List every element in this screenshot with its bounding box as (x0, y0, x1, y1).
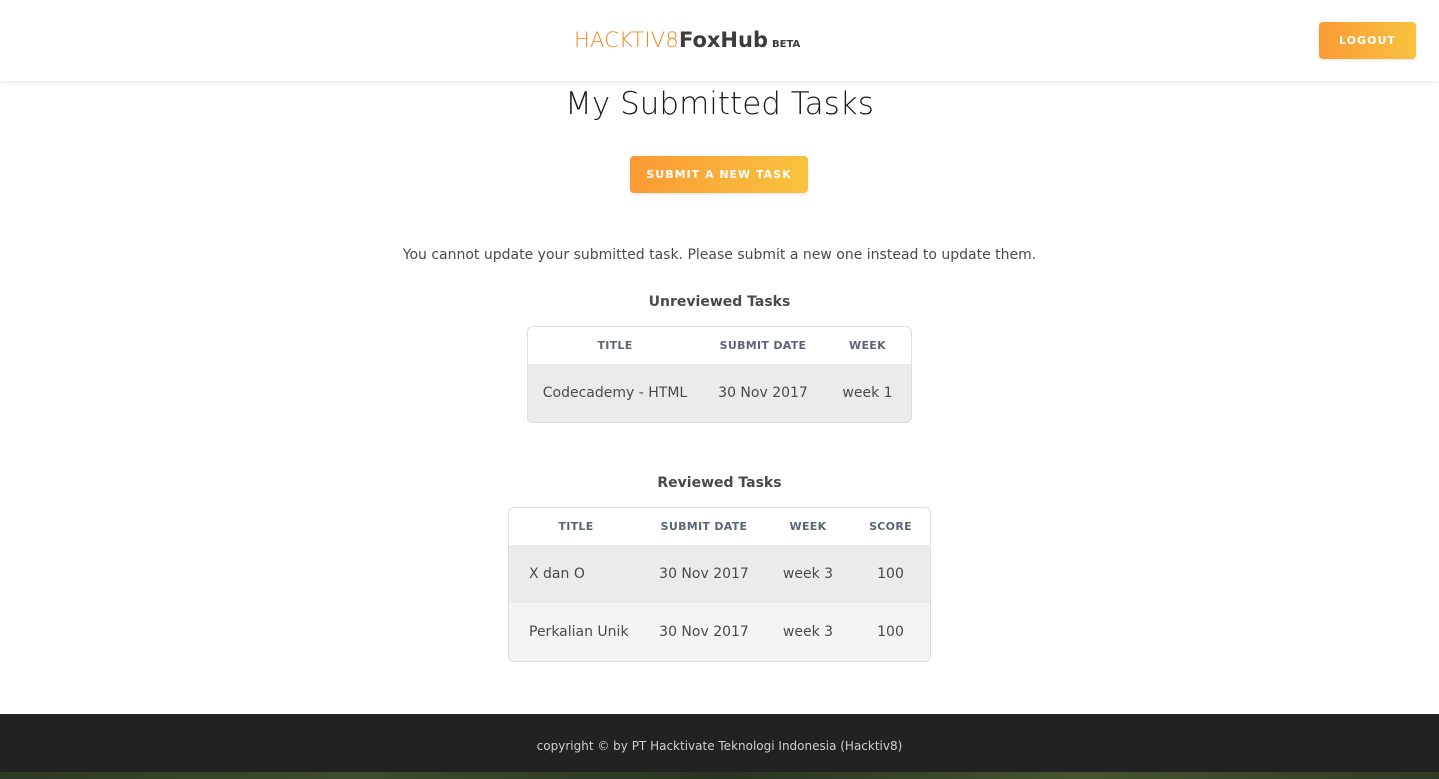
score-cell: 100 (851, 545, 930, 603)
week-cell: week 3 (765, 545, 851, 603)
brand-text-hacktiv8: HACKTIV8 (574, 28, 679, 52)
update-notice: You cannot update your submitted task. P… (402, 247, 1037, 263)
table-header-row: TITLE SUBMIT DATE WEEK SCORE (509, 508, 930, 545)
page-footer: copyright © by PT Hacktivate Teknologi I… (0, 714, 1439, 779)
column-header-score: SCORE (869, 520, 912, 533)
reviewed-tasks-table: TITLE SUBMIT DATE WEEK SCORE X dan O 30 … (508, 507, 931, 662)
task-title-cell: Codecademy - HTML (528, 364, 702, 422)
column-header-week: WEEK (849, 339, 886, 352)
table-row[interactable]: Perkalian Unik 30 Nov 2017 week 3 100 (509, 603, 930, 661)
table-header-row: TITLE SUBMIT DATE WEEK (528, 327, 911, 364)
submit-date-cell: 30 Nov 2017 (702, 364, 824, 422)
week-cell: week 3 (765, 603, 851, 661)
page-title: My Submitted Tasks (565, 86, 874, 122)
unreviewed-tasks-table: TITLE SUBMIT DATE WEEK Codecademy - HTML… (527, 326, 912, 423)
table-row[interactable]: Codecademy - HTML 30 Nov 2017 week 1 (528, 364, 911, 422)
brand-text-foxhub: FoxHub (678, 28, 768, 52)
brand-logo[interactable]: HACKTIV8FoxHub BETA (574, 28, 800, 52)
top-navbar: HACKTIV8FoxHub BETA LOGOUT (0, 0, 1439, 81)
submit-new-task-button[interactable]: SUBMIT A NEW TASK (630, 156, 808, 193)
score-cell: 100 (851, 603, 930, 661)
copyright-text: copyright © by PT Hacktivate Teknologi I… (536, 739, 903, 753)
column-header-title: TITLE (597, 339, 633, 352)
logout-button[interactable]: LOGOUT (1319, 22, 1416, 59)
task-title-cell: X dan O (509, 545, 643, 603)
column-header-submit-date: SUBMIT DATE (719, 339, 807, 352)
reviewed-tasks-heading: Reviewed Tasks (657, 475, 782, 491)
column-header-week: WEEK (789, 520, 827, 533)
task-title-cell: Perkalian Unik (509, 603, 643, 661)
week-cell: week 1 (824, 364, 911, 422)
column-header-submit-date: SUBMIT DATE (660, 520, 748, 533)
submit-date-cell: 30 Nov 2017 (643, 545, 765, 603)
footer-background-image (0, 772, 1439, 779)
submit-date-cell: 30 Nov 2017 (643, 603, 765, 661)
column-header-title: TITLE (558, 520, 594, 533)
unreviewed-tasks-heading: Unreviewed Tasks (648, 294, 791, 310)
table-row[interactable]: X dan O 30 Nov 2017 week 3 100 (509, 545, 930, 603)
beta-badge: BETA (771, 39, 801, 50)
